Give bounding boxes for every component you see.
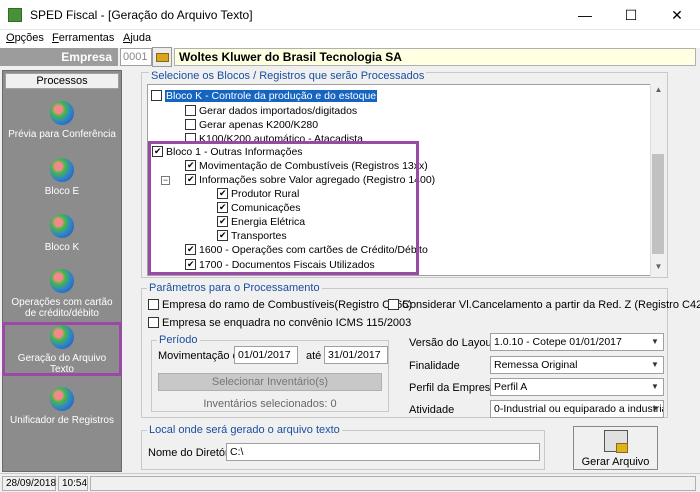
- menu-ferramentas-mnemonic: F: [52, 32, 59, 44]
- cancelamento-option[interactable]: Considerar Vl.Cancelamento a partir da R…: [388, 298, 700, 311]
- sidebar-item-bloco-e[interactable]: Bloco E: [5, 158, 119, 218]
- minimize-button[interactable]: —: [562, 0, 608, 30]
- menu-bar: Opções Ferramentas Ajuda: [0, 30, 700, 48]
- disk-icon: [616, 443, 628, 453]
- close-button[interactable]: ✕: [654, 0, 700, 30]
- processos-header: Processos: [5, 73, 119, 89]
- finalidade-select[interactable]: Remessa Original ▼: [490, 356, 664, 374]
- globe-icon: [50, 269, 74, 293]
- scroll-up-icon[interactable]: ▲: [653, 85, 664, 97]
- sidebar-item-label: Bloco K: [44, 242, 80, 253]
- versao-select[interactable]: 1.0.10 - Cotepe 01/01/2017 ▼: [490, 333, 664, 351]
- checkbox[interactable]: [185, 104, 196, 116]
- processos-sidebar: Processos Prévia para Conferência Bloco …: [2, 70, 122, 472]
- empresa-code-field[interactable]: 0001: [120, 48, 152, 66]
- sidebar-item-label: Bloco E: [44, 186, 80, 197]
- checkbox[interactable]: [388, 298, 399, 310]
- sidebar-item-operacoes-cartao[interactable]: Operações com cartão de crédito/débito: [5, 269, 119, 329]
- empresa-name-field: Woltes Kluwer do Brasil Tecnologia SA: [174, 48, 696, 66]
- sidebar-item-previa[interactable]: Prévia para Conferência: [5, 101, 119, 161]
- dir-label: Nome do Diretório: [148, 447, 238, 459]
- params-legend: Parâmetros para o Processamento: [147, 282, 322, 294]
- checkbox[interactable]: [151, 89, 162, 101]
- chevron-down-icon[interactable]: ▼: [648, 402, 662, 416]
- menu-ajuda-label: juda: [130, 32, 152, 44]
- globe-icon: [50, 387, 74, 411]
- tree-row-gerar-k200[interactable]: Gerar apenas K200/K280: [185, 118, 318, 132]
- blocks-legend: Selecione os Blocos / Registros que serã…: [149, 70, 427, 82]
- perfil-value: Perfil A: [494, 381, 528, 393]
- inventarios-status: Inventários selecionados: 0: [203, 398, 337, 410]
- sidebar-item-label: Unificador de Registros: [10, 415, 114, 426]
- empresa-label: Empresa: [0, 48, 118, 66]
- combustiveis-option[interactable]: Empresa do ramo de Combustíveis(Registro…: [148, 298, 413, 311]
- finalidade-label: Finalidade: [409, 360, 460, 372]
- globe-icon: [50, 158, 74, 182]
- scroll-down-icon[interactable]: ▼: [653, 262, 664, 274]
- perfil-label: Perfil da Empresa: [409, 382, 497, 394]
- globe-icon: [50, 325, 74, 349]
- scroll-thumb[interactable]: [652, 154, 664, 254]
- tree-row-label: Gerar apenas K200/K280: [199, 119, 319, 131]
- chevron-down-icon[interactable]: ▼: [648, 380, 662, 394]
- date-from-field[interactable]: 01/01/2017: [234, 346, 298, 364]
- cancelamento-label: Considerar Vl.Cancelamento a partir da R…: [402, 299, 700, 311]
- atividade-label: Atividade: [409, 404, 455, 416]
- tree-row-bloco-k[interactable]: Bloco K - Controle da produção e do esto…: [151, 89, 378, 103]
- atividade-value: 0-Industrial ou equiparado a industrial: [494, 403, 664, 415]
- app-icon: [8, 8, 22, 22]
- checkbox[interactable]: [148, 316, 159, 328]
- menu-opcoes-mnemonic: O: [6, 32, 15, 44]
- ate-label: até: [306, 350, 322, 362]
- versao-label: Versão do Layout: [409, 337, 495, 349]
- maximize-button[interactable]: ☐: [608, 0, 654, 30]
- date-to-field[interactable]: 31/01/2017: [324, 346, 388, 364]
- status-bar: 28/09/2018 10:54: [0, 473, 700, 492]
- sidebar-item-unificador[interactable]: Unificador de Registros: [5, 387, 119, 447]
- tree-row-label: Bloco K - Controle da produção e do esto…: [165, 90, 378, 102]
- checkbox[interactable]: [185, 118, 196, 130]
- blocks-scrollbar[interactable]: ▲ ▼: [650, 84, 665, 276]
- icms-label: Empresa se enquadra no convênio ICMS 115…: [162, 317, 412, 329]
- menu-opcoes[interactable]: Opções: [6, 32, 44, 44]
- status-date: 28/09/2018: [2, 476, 56, 491]
- sidebar-item-label: Operações com cartão de crédito/débito: [11, 297, 113, 319]
- gerar-arquivo-label: Gerar Arquivo: [581, 456, 650, 468]
- periodo-legend: Período: [157, 334, 200, 346]
- tree-row-label: Gerar dados importados/digitados: [199, 105, 358, 117]
- status-message: [90, 476, 696, 491]
- chevron-down-icon[interactable]: ▼: [648, 335, 662, 349]
- title-bar: SPED Fiscal - [Geração do Arquivo Texto]…: [0, 0, 700, 30]
- perfil-select[interactable]: Perfil A ▼: [490, 378, 664, 396]
- combustiveis-label: Empresa do ramo de Combustíveis(Registro…: [162, 299, 413, 311]
- window-title: SPED Fiscal - [Geração do Arquivo Texto]: [30, 8, 253, 22]
- menu-ferramentas-label: erramentas: [58, 32, 115, 44]
- finalidade-value: Remessa Original: [494, 359, 578, 371]
- output-legend: Local onde será gerado o arquivo texto: [147, 424, 342, 436]
- menu-ferramentas[interactable]: Ferramentas: [52, 32, 114, 44]
- atividade-select[interactable]: 0-Industrial ou equiparado a industrial ▼: [490, 400, 664, 418]
- selecionar-inventario-button[interactable]: Selecionar Inventário(s): [158, 373, 382, 391]
- checkbox[interactable]: [148, 298, 159, 310]
- sidebar-item-bloco-k[interactable]: Bloco K: [5, 214, 119, 274]
- folder-icon: [156, 53, 169, 62]
- menu-ajuda[interactable]: Ajuda: [123, 32, 151, 44]
- dir-field[interactable]: C:\: [226, 443, 540, 461]
- globe-icon: [50, 214, 74, 238]
- chevron-down-icon[interactable]: ▼: [648, 358, 662, 372]
- sidebar-item-label: Prévia para Conferência: [8, 129, 116, 140]
- versao-value: 1.0.10 - Cotepe 01/01/2017: [494, 336, 622, 348]
- sidebar-item-label: Geração do Arquivo Texto: [17, 353, 107, 375]
- menu-opcoes-label: pções: [14, 32, 44, 44]
- movimentacao-label: Movimentação de: [158, 350, 245, 362]
- globe-icon: [50, 101, 74, 125]
- sidebar-item-geracao-arquivo[interactable]: Geração do Arquivo Texto: [2, 322, 122, 376]
- empresa-browse-button[interactable]: [152, 47, 172, 67]
- tree-row-gerar-importados[interactable]: Gerar dados importados/digitados: [185, 104, 357, 118]
- highlight-annotation: [148, 141, 419, 275]
- status-time: 10:54: [58, 476, 88, 491]
- icms-option[interactable]: Empresa se enquadra no convênio ICMS 115…: [148, 316, 412, 329]
- gerar-arquivo-button[interactable]: Gerar Arquivo: [573, 426, 658, 470]
